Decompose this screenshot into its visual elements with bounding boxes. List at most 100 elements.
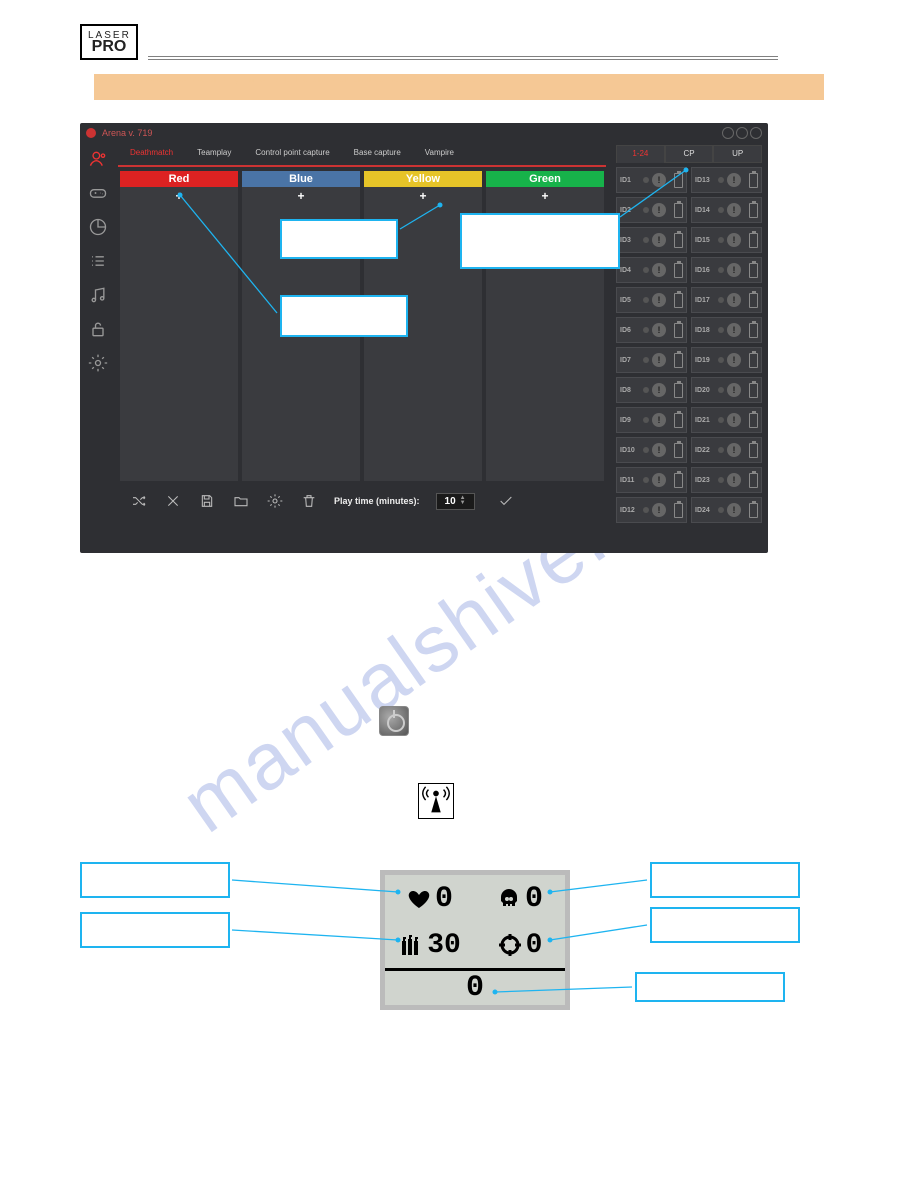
id-cell[interactable]: ID12! xyxy=(616,497,687,523)
team-add-yellow[interactable]: + xyxy=(364,187,482,205)
team-col-red: Red + xyxy=(120,171,238,481)
team-header-green: Green xyxy=(486,171,604,187)
lcd-accuracy: 0 xyxy=(526,930,543,961)
team-header-yellow: Yellow xyxy=(364,171,482,187)
sidebar-settings-icon[interactable] xyxy=(86,351,110,375)
tab-teamplay[interactable]: Teamplay xyxy=(185,143,243,165)
sidebar-music-icon[interactable] xyxy=(86,283,110,307)
heart-icon xyxy=(407,887,431,911)
callout-ammo: Amount of ammo xyxy=(80,912,230,948)
window-controls[interactable] xyxy=(722,127,762,139)
sidebar-controller-icon[interactable] xyxy=(86,181,110,205)
lcd-deaths: 0 xyxy=(525,882,543,916)
logo: LASER PRO xyxy=(80,24,138,60)
id-cell[interactable]: ID18! xyxy=(691,317,762,343)
highlight-banner: Launch the Arena computer program on you… xyxy=(94,74,824,100)
id-cell[interactable]: ID1! xyxy=(616,167,687,193)
right-panel: 1-24 CP UP ID1!ID13!ID2!ID14!ID3!ID15!ID… xyxy=(612,143,768,551)
callout-score: Amount of game points xyxy=(635,972,785,1002)
gear-icon[interactable] xyxy=(266,492,284,510)
callout-auto-added: Connected player has been automatically … xyxy=(460,213,620,269)
sidebar-list-icon[interactable] xyxy=(86,249,110,273)
tab-vampire[interactable]: Vampire xyxy=(413,143,466,165)
hidden-body-text: To turn on a blaster, press the power bu… xyxy=(80,581,838,832)
lcd-ammo: 30 xyxy=(427,930,461,961)
id-tab-cp[interactable]: CP xyxy=(665,145,714,163)
id-cell[interactable]: ID21! xyxy=(691,407,762,433)
target-icon xyxy=(498,933,522,957)
sidebar-chart-icon[interactable] xyxy=(86,215,110,239)
callout-another-player: Another connected player xyxy=(280,295,408,337)
page-number: 5 xyxy=(80,1074,838,1086)
team-add-red[interactable]: + xyxy=(120,187,238,205)
id-cell[interactable]: ID15! xyxy=(691,227,762,253)
id-cell[interactable]: ID7! xyxy=(616,347,687,373)
tab-control-point[interactable]: Control point capture xyxy=(243,143,341,165)
confirm-icon[interactable] xyxy=(497,492,515,510)
folder-icon[interactable] xyxy=(232,492,250,510)
app-icon xyxy=(86,128,96,138)
arena-window: Arena v. 719 Deathmatc xyxy=(80,123,768,553)
id-cell[interactable]: ID17! xyxy=(691,287,762,313)
team-header-blue: Blue xyxy=(242,171,360,187)
id-cell[interactable]: ID23! xyxy=(691,467,762,493)
lcd-diagram: Amount of health units Amount of ammo Am… xyxy=(80,852,838,1042)
lcd-screen: 0 0 30 0 0 xyxy=(380,870,570,1010)
page-header: LASER PRO Game kits xyxy=(80,24,838,60)
header-section: Game kits xyxy=(788,45,838,60)
id-cell[interactable]: ID6! xyxy=(616,317,687,343)
id-cell[interactable]: ID13! xyxy=(691,167,762,193)
id-tab-1-24[interactable]: 1-24 xyxy=(616,145,665,163)
shuffle-icon[interactable] xyxy=(130,492,148,510)
id-tab-up[interactable]: UP xyxy=(713,145,762,163)
antenna-icon xyxy=(418,783,454,819)
figure2-label: Information on the blaster screen xyxy=(80,1042,838,1054)
tab-base-capture[interactable]: Base capture xyxy=(342,143,413,165)
skull-icon xyxy=(497,887,521,911)
header-rule xyxy=(148,56,778,60)
tab-underline xyxy=(118,165,606,167)
id-cell[interactable]: ID2! xyxy=(616,197,687,223)
logo-bot: PRO xyxy=(88,40,130,54)
id-cell[interactable]: ID24! xyxy=(691,497,762,523)
callout-deaths: Amount of deaths xyxy=(650,862,800,898)
id-cell[interactable]: ID3! xyxy=(616,227,687,253)
sidebar-players-icon[interactable] xyxy=(86,147,110,171)
power-button-icon xyxy=(379,706,409,736)
play-time-input[interactable]: 10▲▼ xyxy=(436,493,475,510)
titlebar: Arena v. 719 xyxy=(80,123,768,143)
id-cell[interactable]: ID19! xyxy=(691,347,762,373)
id-cell[interactable]: ID22! xyxy=(691,437,762,463)
team-header-red: Red xyxy=(120,171,238,187)
callout-health: Amount of health units xyxy=(80,862,230,898)
callout-accuracy: Accuracy xyxy=(650,907,800,943)
play-time-label: Play time (minutes): xyxy=(334,496,420,506)
hidden-step-text: 4. Turn on a blaster and a vest. xyxy=(80,104,838,117)
tab-deathmatch[interactable]: Deathmatch xyxy=(118,143,185,165)
trash-icon[interactable] xyxy=(300,492,318,510)
sidebar-lock-icon[interactable] xyxy=(86,317,110,341)
id-tabs: 1-24 CP UP xyxy=(616,145,762,163)
id-cell[interactable]: ID5! xyxy=(616,287,687,313)
team-add-blue[interactable]: + xyxy=(242,187,360,205)
id-cell[interactable]: ID4! xyxy=(616,257,687,283)
team-add-green[interactable]: + xyxy=(486,187,604,205)
window-title: Arena v. 719 xyxy=(102,128,152,138)
close-icon[interactable] xyxy=(164,492,182,510)
lcd-score: 0 xyxy=(466,971,484,1005)
game-mode-tabs: Deathmatch Teamplay Control point captur… xyxy=(118,143,606,165)
lcd-hp: 0 xyxy=(435,882,453,916)
id-cell[interactable]: ID10! xyxy=(616,437,687,463)
id-cell[interactable]: ID9! xyxy=(616,407,687,433)
id-cell[interactable]: ID8! xyxy=(616,377,687,403)
figure1-label: Arena program start menu xyxy=(80,563,838,575)
left-sidebar xyxy=(80,143,116,551)
ammo-icon xyxy=(399,933,423,957)
id-cell[interactable]: ID20! xyxy=(691,377,762,403)
id-grid: ID1!ID13!ID2!ID14!ID3!ID15!ID4!ID16!ID5!… xyxy=(616,163,762,523)
bottom-toolbar: Play time (minutes): 10▲▼ xyxy=(118,481,606,521)
id-cell[interactable]: ID14! xyxy=(691,197,762,223)
id-cell[interactable]: ID16! xyxy=(691,257,762,283)
save-icon[interactable] xyxy=(198,492,216,510)
id-cell[interactable]: ID11! xyxy=(616,467,687,493)
